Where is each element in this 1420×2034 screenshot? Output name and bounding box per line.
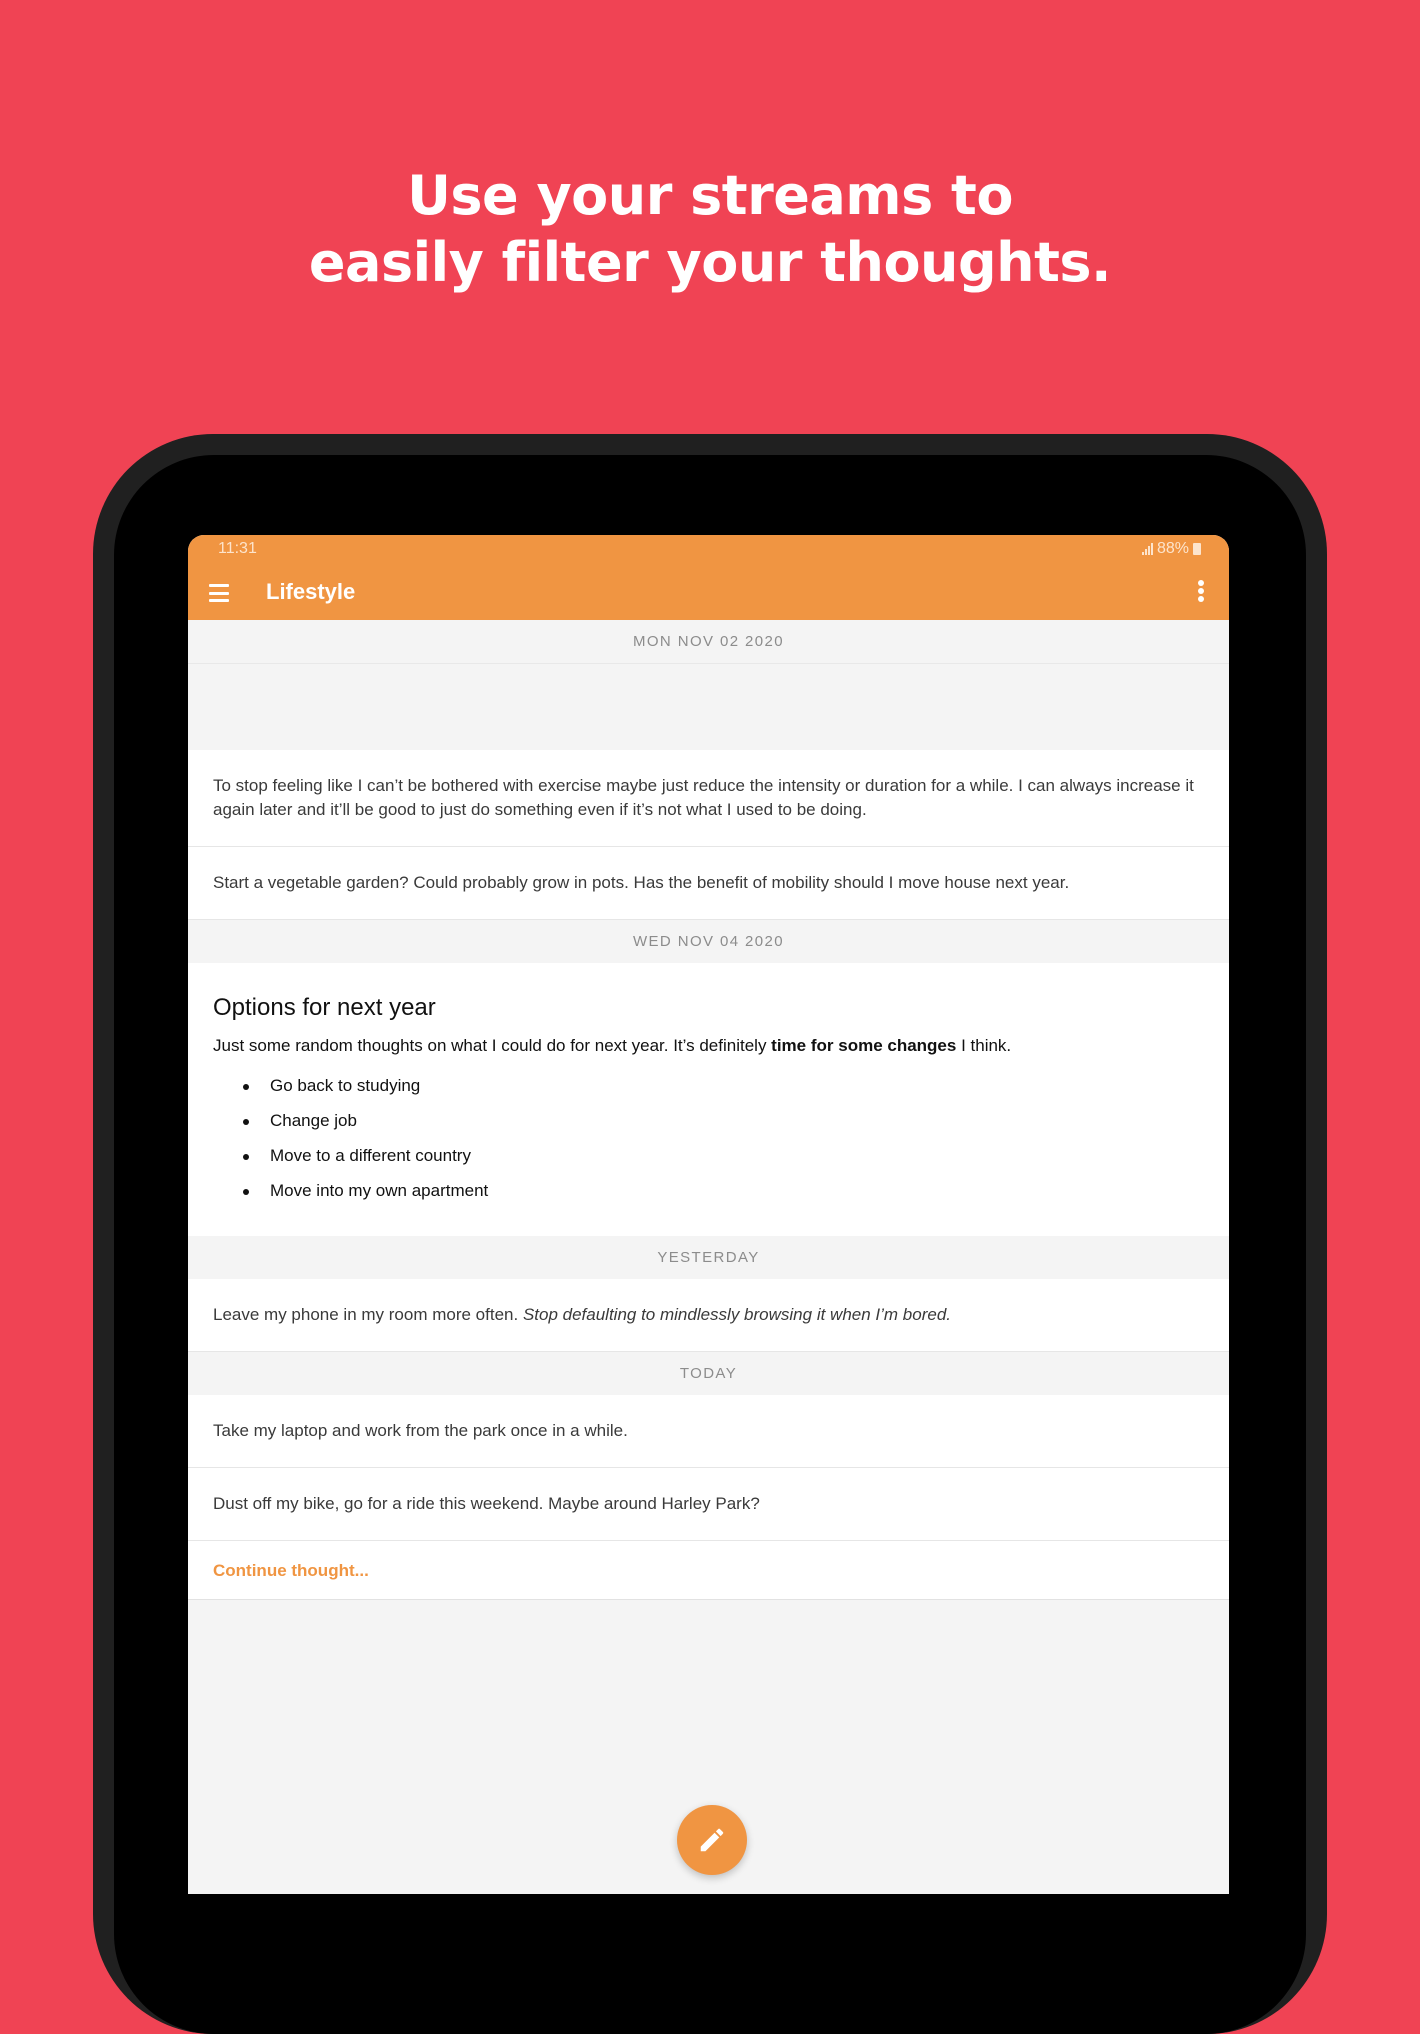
thought-item[interactable]: Options for next year Just some random t…	[188, 963, 1229, 1236]
date-header: YESTERDAY	[188, 1236, 1229, 1279]
signal-icon	[1141, 543, 1153, 555]
thought-item[interactable]: Take my laptop and work from the park on…	[188, 1395, 1229, 1468]
app-screen: 11:31 88% Lifestyle MON NOV 02 2020 To s…	[188, 535, 1229, 1894]
list-item: Move to a different country	[213, 1138, 1204, 1173]
thought-text: Take my laptop and work from the park on…	[213, 1421, 628, 1440]
more-vertical-icon[interactable]	[1198, 580, 1204, 602]
list-item: Go back to studying	[213, 1068, 1204, 1103]
battery-icon	[1193, 543, 1201, 555]
thought-text: Leave my phone in my room more often. St…	[213, 1305, 951, 1324]
thought-list: MON NOV 02 2020 To stop feeling like I c…	[188, 620, 1229, 1600]
thought-text: Just some random thoughts on what I coul…	[213, 1036, 1012, 1055]
thought-text: Dust off my bike, go for a ride this wee…	[213, 1494, 760, 1513]
thought-item[interactable]: Start a vegetable garden? Could probably…	[188, 847, 1229, 920]
thought-text: Start a vegetable garden? Could probably…	[213, 873, 1070, 892]
thought-text: To stop feeling like I can’t be bothered…	[213, 776, 1194, 819]
status-indicators: 88%	[1141, 540, 1201, 558]
promo-headline: Use your streams to easily filter your t…	[0, 162, 1420, 296]
thought-title: Options for next year	[213, 994, 436, 1021]
thought-item[interactable]: To stop feeling like I can’t be bothered…	[188, 750, 1229, 847]
bullet-list: Go back to studying Change job Move to a…	[213, 1068, 1204, 1208]
empty-space	[188, 663, 1229, 750]
thought-item[interactable]: Leave my phone in my room more often. St…	[188, 1279, 1229, 1352]
list-item: Change job	[213, 1103, 1204, 1138]
hamburger-menu-icon[interactable]	[209, 584, 229, 602]
date-header: MON NOV 02 2020	[188, 620, 1229, 663]
promo-headline-line-1: Use your streams to	[407, 164, 1013, 227]
continue-thought-button[interactable]: Continue thought...	[188, 1541, 1229, 1600]
date-header: TODAY	[188, 1352, 1229, 1395]
compose-button[interactable]	[677, 1805, 747, 1875]
promo-headline-line-2: easily filter your thoughts.	[308, 231, 1112, 294]
status-time: 11:31	[218, 540, 257, 557]
stream-title: Lifestyle	[266, 579, 356, 604]
pencil-icon	[700, 1828, 724, 1852]
battery-percentage: 88%	[1156, 540, 1189, 557]
thought-item[interactable]: Dust off my bike, go for a ride this wee…	[188, 1468, 1229, 1541]
date-header: WED NOV 04 2020	[188, 920, 1229, 963]
app-bar: 11:31 88% Lifestyle	[188, 535, 1229, 620]
list-item: Move into my own apartment	[213, 1173, 1204, 1208]
